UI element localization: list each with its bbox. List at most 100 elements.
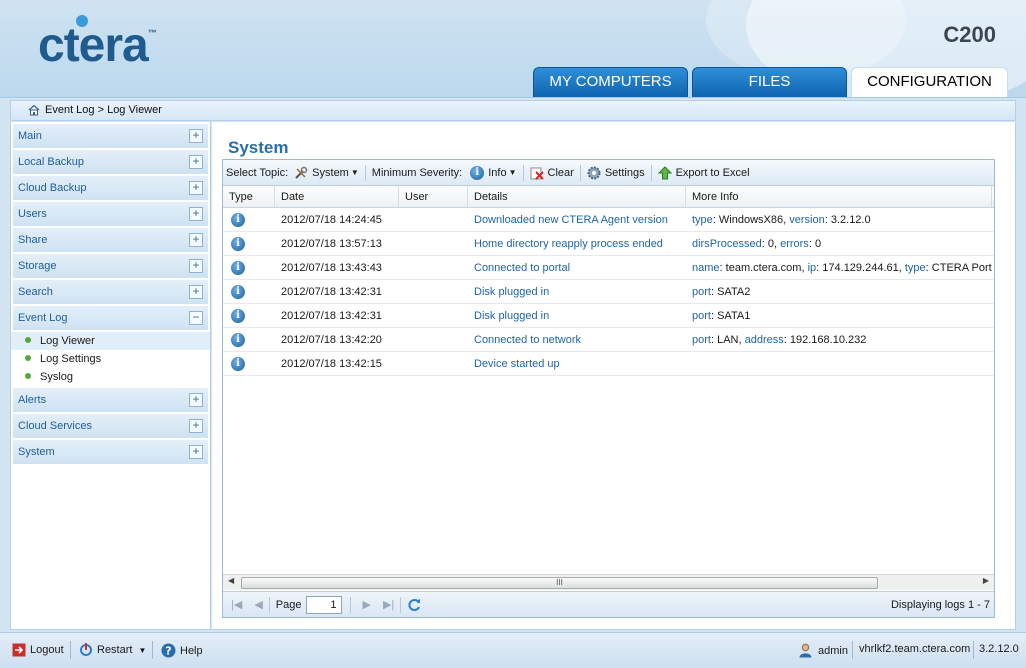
sidebar-item-cloud-services[interactable]: Cloud Services + (13, 414, 208, 438)
table-row[interactable]: i 2012/07/18 13:42:31 Disk plugged in port:… (223, 280, 994, 304)
details-cell[interactable]: Connected to network (468, 328, 686, 351)
column-header-details[interactable]: Details (468, 186, 686, 207)
info-icon: i (231, 285, 245, 300)
main-content: System Select Topic: System ▼ Minimum Sev… (212, 122, 1016, 630)
expand-icon[interactable]: + (189, 445, 203, 459)
details-cell[interactable]: Connected to portal (468, 256, 686, 279)
home-icon[interactable] (28, 104, 40, 116)
breadcrumb: Event Log > Log Viewer (10, 100, 1016, 121)
settings-button[interactable]: Settings (587, 166, 645, 180)
column-header-more-info[interactable]: More Info (686, 186, 992, 207)
refresh-icon[interactable] (407, 597, 422, 612)
prev-page-icon[interactable]: ◀ (254, 598, 262, 611)
info-icon: i (231, 333, 245, 348)
main-tabs: MY COMPUTERS FILES CONFIGURATION (533, 67, 1008, 97)
column-header-type[interactable]: Type (223, 186, 275, 207)
date-cell: 2012/07/18 14:24:45 (281, 214, 382, 226)
expand-icon[interactable]: + (189, 285, 203, 299)
details-cell[interactable]: Disk plugged in (468, 280, 686, 303)
sidebar-item-alerts[interactable]: Alerts + (13, 388, 208, 412)
logo-dot (76, 15, 88, 27)
expand-icon[interactable]: + (189, 207, 203, 221)
bullet-icon (25, 373, 31, 380)
sidebar-subitem-log-viewer[interactable]: Log Viewer (11, 332, 210, 350)
sidebar-subitem-log-settings[interactable]: Log Settings (11, 350, 210, 368)
first-page-icon[interactable]: |◀ (231, 598, 242, 611)
tab-my-computers[interactable]: MY COMPUTERS (533, 67, 688, 97)
expand-icon[interactable]: + (189, 259, 203, 273)
table-row[interactable]: i 2012/07/18 14:24:45 Downloaded new CTERA… (223, 208, 994, 232)
details-cell[interactable]: Disk plugged in (468, 304, 686, 327)
sidebar-item-main[interactable]: Main + (13, 124, 208, 148)
details-cell[interactable]: Device started up (468, 352, 686, 375)
column-header-date[interactable]: Date (275, 186, 399, 207)
select-topic-label: Select Topic: (226, 166, 289, 179)
more-info-value: LAN (717, 334, 739, 346)
grid-header: Type Date User Details More Info (223, 186, 994, 208)
grid-body: i 2012/07/18 14:24:45 Downloaded new CTERA… (223, 208, 994, 376)
pager-display-text: Displaying logs 1 - 7 (890, 598, 990, 611)
details-cell[interactable]: Downloaded new CTERA Agent version (468, 208, 686, 231)
logout-button[interactable]: Logout (12, 643, 64, 657)
expand-icon[interactable]: + (189, 129, 203, 143)
table-row[interactable]: i 2012/07/18 13:42:15 Device started up (223, 352, 994, 376)
severity-dropdown[interactable]: i Info ▼ (468, 165, 517, 180)
expand-icon[interactable]: + (189, 155, 203, 169)
help-button[interactable]: ? Help (161, 643, 203, 658)
sidebar-item-local-backup[interactable]: Local Backup + (13, 150, 208, 174)
type-cell: i (223, 208, 275, 231)
breadcrumb-text[interactable]: Event Log > Log Viewer (45, 104, 162, 116)
user-cell (399, 208, 468, 231)
sidebar-item-share[interactable]: Share + (13, 228, 208, 252)
table-row[interactable]: i 2012/07/18 13:43:43 Connected to portal n… (223, 256, 994, 280)
sidebar-item-label: Cloud Services (18, 420, 92, 432)
type-cell: i (223, 256, 275, 279)
more-info-value: CTERA Portal (931, 262, 992, 274)
clear-button[interactable]: Clear (530, 166, 574, 180)
scroll-right-arrow[interactable]: ▶ (983, 576, 989, 585)
sidebar-item-search[interactable]: Search + (13, 280, 208, 304)
restart-button[interactable]: Restart ▼ (79, 643, 146, 657)
footer-divider (973, 641, 974, 659)
column-header-user[interactable]: User (399, 186, 468, 207)
toolbar-divider (268, 596, 270, 613)
expand-icon[interactable]: + (189, 419, 203, 433)
user-cell (399, 256, 468, 279)
table-row[interactable]: i 2012/07/18 13:57:13 Home directory reapp… (223, 232, 994, 256)
last-page-icon[interactable]: ▶| (383, 598, 394, 611)
scroll-thumb[interactable]: III (241, 577, 878, 589)
sidebar-item-label: Share (18, 234, 48, 246)
scroll-left-arrow[interactable]: ◀ (228, 576, 234, 585)
expand-icon[interactable]: + (189, 181, 203, 195)
info-icon: i (231, 213, 245, 228)
details-cell[interactable]: Home directory reapply process ended (468, 232, 686, 255)
sidebar-subitem-label: Log Settings (40, 353, 102, 365)
expand-icon[interactable]: + (189, 393, 203, 407)
table-row[interactable]: i 2012/07/18 13:42:20 Connected to network… (223, 328, 994, 352)
user-cell (399, 352, 468, 375)
tab-configuration[interactable]: CONFIGURATION (851, 67, 1008, 97)
sidebar-item-event-log[interactable]: Event Log − (13, 306, 208, 330)
page-number-input[interactable]: 1 (305, 595, 342, 614)
table-row[interactable]: i 2012/07/18 13:42:31 Disk plugged in port:… (223, 304, 994, 328)
topic-dropdown[interactable]: System ▼ (294, 166, 359, 180)
sidebar-item-system[interactable]: System + (13, 440, 208, 464)
sidebar-item-cloud-backup[interactable]: Cloud Backup + (13, 176, 208, 200)
collapse-icon[interactable]: − (189, 311, 203, 325)
date-cell: 2012/07/18 13:42:31 (281, 286, 382, 298)
next-page-icon[interactable]: ▶ (363, 598, 371, 611)
sidebar-item-users[interactable]: Users + (13, 202, 208, 226)
sidebar-item-storage[interactable]: Storage + (13, 254, 208, 278)
toolbar-divider (349, 596, 351, 613)
sidebar-subitem-syslog[interactable]: Syslog (11, 368, 210, 386)
more-info-cell: type: WindowsX86, version: 3.2.12.0 (686, 208, 992, 231)
date-cell: 2012/07/18 13:43:43 (281, 262, 382, 274)
bullet-icon (25, 355, 31, 362)
expand-icon[interactable]: + (189, 233, 203, 247)
tab-files[interactable]: FILES (692, 67, 847, 97)
date-cell: 2012/07/18 13:42:31 (281, 310, 382, 322)
export-excel-button[interactable]: Export to Excel (657, 165, 750, 180)
horizontal-scrollbar[interactable]: ◀ III ▶ (223, 574, 994, 590)
user-cell (399, 304, 468, 327)
more-info-cell: port: SATA1 (686, 304, 992, 327)
